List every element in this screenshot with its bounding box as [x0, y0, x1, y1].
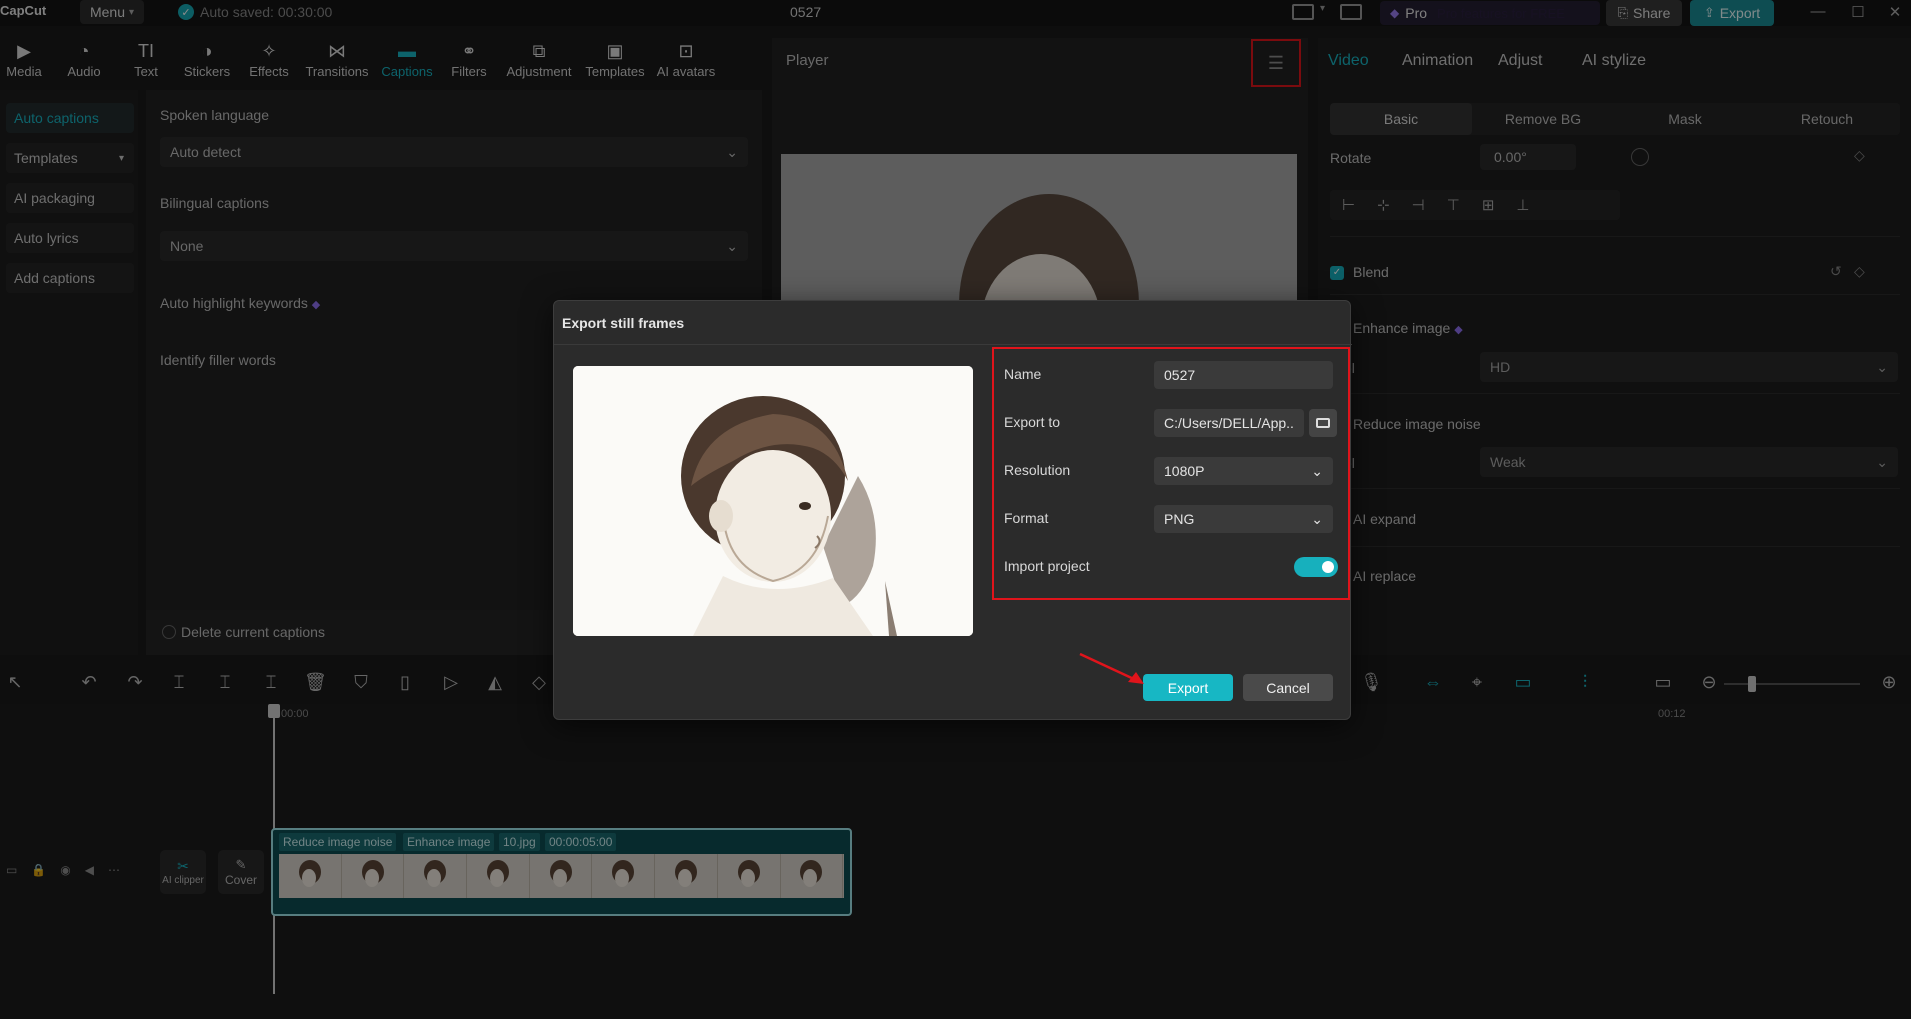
chevron-down-icon: ⌄ — [1311, 510, 1323, 527]
export-still-frames-dialog: Export still frames Name 0527 Export to … — [553, 300, 1352, 720]
export-to-label: Export to — [1004, 414, 1061, 430]
name-row: Name 0527 — [1004, 361, 1334, 389]
resolution-label: Resolution — [1004, 462, 1071, 478]
resolution-value: 1080P — [1164, 463, 1205, 479]
browse-folder-button[interactable] — [1309, 409, 1337, 437]
resolution-select[interactable]: 1080P ⌄ — [1154, 457, 1333, 485]
annotation-arrow — [1079, 652, 1144, 684]
name-input[interactable]: 0527 — [1154, 361, 1333, 389]
export-path-input[interactable]: C:/Users/DELL/App... — [1154, 409, 1304, 437]
name-label: Name — [1004, 366, 1042, 382]
name-value: 0527 — [1164, 367, 1196, 383]
toggle-knob — [1322, 561, 1334, 573]
format-value: PNG — [1164, 511, 1195, 527]
import-project-label: Import project — [1004, 558, 1090, 574]
frame-preview — [573, 366, 973, 636]
dialog-divider — [554, 344, 1352, 345]
format-row: Format PNG ⌄ — [1004, 505, 1334, 533]
import-project-row: Import project — [1004, 553, 1338, 581]
folder-icon — [1316, 418, 1330, 428]
format-select[interactable]: PNG ⌄ — [1154, 505, 1333, 533]
format-label: Format — [1004, 510, 1049, 526]
dialog-export-button[interactable]: Export — [1143, 674, 1233, 701]
resolution-row: Resolution 1080P ⌄ — [1004, 457, 1334, 485]
export-path-value: C:/Users/DELL/App... — [1164, 415, 1294, 431]
portrait-image — [573, 366, 973, 636]
dialog-cancel-button[interactable]: Cancel — [1243, 674, 1333, 701]
chevron-down-icon: ⌄ — [1311, 462, 1323, 479]
export-settings-form: Name 0527 Export to C:/Users/DELL/App...… — [992, 347, 1350, 600]
export-to-row: Export to C:/Users/DELL/App... — [1004, 409, 1337, 437]
dialog-title: Export still frames — [562, 315, 685, 331]
import-project-toggle[interactable] — [1294, 557, 1338, 577]
